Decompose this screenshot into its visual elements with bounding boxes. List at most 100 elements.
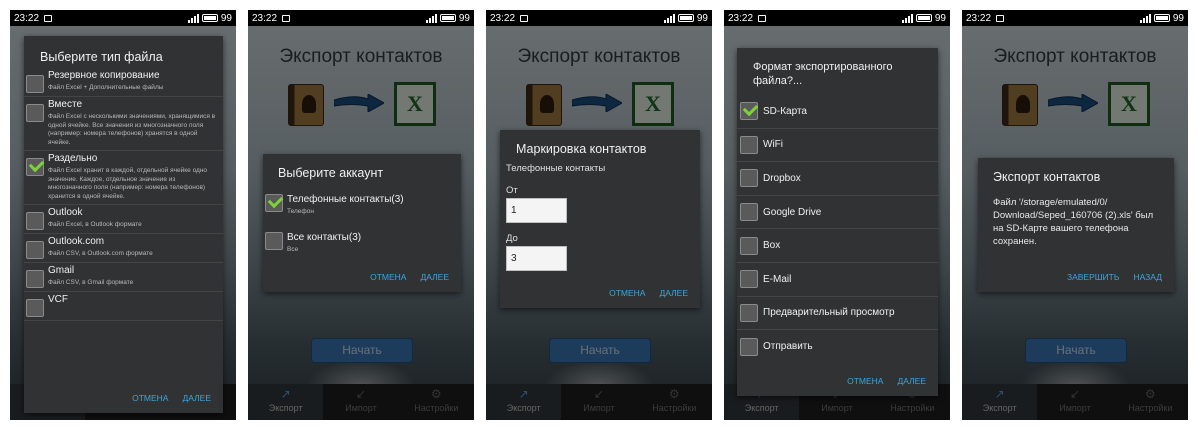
checkbox[interactable] bbox=[26, 270, 44, 288]
account-item-all[interactable]: Все контакты(3) Все bbox=[265, 232, 459, 253]
battery-icon bbox=[677, 14, 694, 22]
battery-level: 99 bbox=[458, 12, 470, 24]
destination-item-google-drive[interactable]: Google Drive bbox=[737, 196, 938, 230]
checkbox[interactable] bbox=[740, 270, 758, 289]
dialog-actions: ОТМЕНА ДАЛЕЕ bbox=[609, 288, 688, 298]
list-item[interactable]: Вместе Файл Excel с несколькими значениям… bbox=[24, 97, 223, 151]
dialog-title: Выберите аккаунт bbox=[278, 166, 384, 180]
status-bar: 23:22 99 bbox=[724, 10, 950, 26]
checkbox-checked[interactable] bbox=[740, 102, 758, 121]
dialog-actions: ОТМЕНА ДАЛЕЕ bbox=[132, 393, 211, 403]
cancel-button[interactable]: ОТМЕНА bbox=[847, 376, 883, 386]
dialog-title: Формат экспортированного файла?... bbox=[753, 61, 893, 87]
battery-level: 99 bbox=[934, 12, 946, 24]
checkbox[interactable] bbox=[740, 337, 758, 356]
from-input[interactable]: 1 bbox=[506, 198, 567, 223]
list-item[interactable]: Outlook.com Файл CSV, в Outlook.com форма… bbox=[24, 234, 223, 263]
phone-screen-1: 23:22 99 Экспорт контактов Начать ↗Экспо… bbox=[10, 10, 236, 420]
image-notification-icon bbox=[996, 14, 1005, 22]
account-item-phone[interactable]: Телефонные контакты(3) Телефон bbox=[265, 194, 459, 215]
status-time: 23:22 bbox=[728, 12, 754, 24]
checkbox[interactable] bbox=[740, 135, 758, 154]
checkbox[interactable] bbox=[740, 169, 758, 188]
checkbox[interactable] bbox=[740, 236, 758, 255]
file-type-list[interactable]: Резервное копирование Файл Excel + Дополн… bbox=[24, 68, 223, 381]
status-time: 23:22 bbox=[252, 12, 278, 24]
battery-icon bbox=[439, 14, 456, 22]
image-notification-icon bbox=[758, 14, 767, 22]
image-notification-icon bbox=[282, 14, 291, 22]
destination-list: SD-Карта WiFi Dropbox Google Drive Box E… bbox=[737, 95, 938, 364]
next-button[interactable]: ДАЛЕЕ bbox=[420, 272, 449, 282]
status-bar: 23:22 99 bbox=[486, 10, 712, 26]
dialog-actions: ОТМЕНА ДАЛЕЕ bbox=[370, 272, 449, 282]
checkbox-checked[interactable] bbox=[265, 194, 283, 212]
signal-icon bbox=[425, 13, 437, 23]
battery-icon bbox=[201, 14, 218, 22]
dialog-title: Экспорт контактов bbox=[993, 170, 1101, 184]
to-label: До bbox=[506, 233, 518, 244]
back-button[interactable]: НАЗАД bbox=[1133, 272, 1162, 282]
cancel-button[interactable]: ОТМЕНА bbox=[132, 393, 168, 403]
cancel-button[interactable]: ОТМЕНА bbox=[609, 288, 645, 298]
dialog-title: Выберите тип файла bbox=[40, 50, 163, 64]
checkbox[interactable] bbox=[740, 203, 758, 222]
checkbox[interactable] bbox=[265, 232, 283, 250]
destination-item-sd-card[interactable]: SD-Карта bbox=[737, 95, 938, 129]
next-button[interactable]: ДАЛЕЕ bbox=[659, 288, 688, 298]
checkbox[interactable] bbox=[26, 212, 44, 230]
contact-range-dialog: Маркировка контактов Телефонные контакты… bbox=[500, 130, 700, 308]
status-bar: 23:22 99 bbox=[962, 10, 1188, 26]
from-label: От bbox=[506, 185, 518, 196]
status-time: 23:22 bbox=[966, 12, 992, 24]
dialog-message: Файл '/storage/emulated/0/ Download/Sepe… bbox=[993, 197, 1154, 247]
signal-icon bbox=[187, 13, 199, 23]
destination-item-email[interactable]: E-Mail bbox=[737, 263, 938, 297]
list-item[interactable]: VCF bbox=[24, 292, 223, 321]
dialog-actions: ОТМЕНА ДАЛЕЕ bbox=[847, 376, 926, 386]
checkbox[interactable] bbox=[26, 75, 44, 93]
battery-icon bbox=[1153, 14, 1170, 22]
signal-icon bbox=[1139, 13, 1151, 23]
checkbox[interactable] bbox=[26, 241, 44, 259]
phone-screen-5: 23:22 99 Экспорт контактов Начать ↗Экспо… bbox=[962, 10, 1188, 420]
export-complete-dialog: Экспорт контактов Файл '/storage/emulate… bbox=[978, 158, 1174, 292]
destination-item-wifi[interactable]: WiFi bbox=[737, 129, 938, 163]
battery-level: 99 bbox=[1172, 12, 1184, 24]
dialog-title: Маркировка контактов bbox=[516, 142, 647, 156]
checkbox-checked[interactable] bbox=[26, 158, 44, 176]
battery-level: 99 bbox=[696, 12, 708, 24]
signal-icon bbox=[663, 13, 675, 23]
phone-screen-3: 23:22 99 Экспорт контактов Начать ↗Экспо… bbox=[486, 10, 712, 420]
destination-item-dropbox[interactable]: Dropbox bbox=[737, 162, 938, 196]
file-type-dialog: Выберите тип файла Резервное копирование… bbox=[24, 36, 223, 413]
checkbox[interactable] bbox=[740, 303, 758, 322]
list-item[interactable]: Gmail Файл CSV, в Gmail формате bbox=[24, 263, 223, 292]
destination-item-send[interactable]: Отправить bbox=[737, 330, 938, 364]
finish-button[interactable]: ЗАВЕРШИТЬ bbox=[1067, 272, 1119, 282]
battery-level: 99 bbox=[220, 12, 232, 24]
status-time: 23:22 bbox=[490, 12, 516, 24]
phone-screen-4: 23:22 99 Экспорт контактов Начать ↗Экспо… bbox=[724, 10, 950, 420]
status-time: 23:22 bbox=[14, 12, 40, 24]
next-button[interactable]: ДАЛЕЕ bbox=[897, 376, 926, 386]
checkbox[interactable] bbox=[26, 104, 44, 122]
cancel-button[interactable]: ОТМЕНА bbox=[370, 272, 406, 282]
status-bar: 23:22 99 bbox=[248, 10, 474, 26]
list-item[interactable]: Outlook Файл Excel, в Outlook формате bbox=[24, 205, 223, 234]
status-bar: 23:22 99 bbox=[10, 10, 236, 26]
image-notification-icon bbox=[520, 14, 529, 22]
next-button[interactable]: ДАЛЕЕ bbox=[182, 393, 211, 403]
checkbox[interactable] bbox=[26, 299, 44, 317]
battery-icon bbox=[915, 14, 932, 22]
destination-item-box[interactable]: Box bbox=[737, 229, 938, 263]
dialog-subtitle: Телефонные контакты bbox=[506, 163, 606, 174]
to-input[interactable]: 3 bbox=[506, 246, 567, 271]
image-notification-icon bbox=[44, 14, 53, 22]
signal-icon bbox=[901, 13, 913, 23]
destination-item-preview[interactable]: Предварительный просмотр bbox=[737, 297, 938, 331]
phone-screen-2: 23:22 99 Экспорт контактов Начать ↗Экспо… bbox=[248, 10, 474, 420]
account-dialog: Выберите аккаунт Телефонные контакты(3) Т… bbox=[263, 154, 461, 292]
list-item[interactable]: Раздельно Файл Excel хранит в каждой, отд… bbox=[24, 151, 223, 205]
list-item[interactable]: Резервное копирование Файл Excel + Дополн… bbox=[24, 68, 223, 97]
